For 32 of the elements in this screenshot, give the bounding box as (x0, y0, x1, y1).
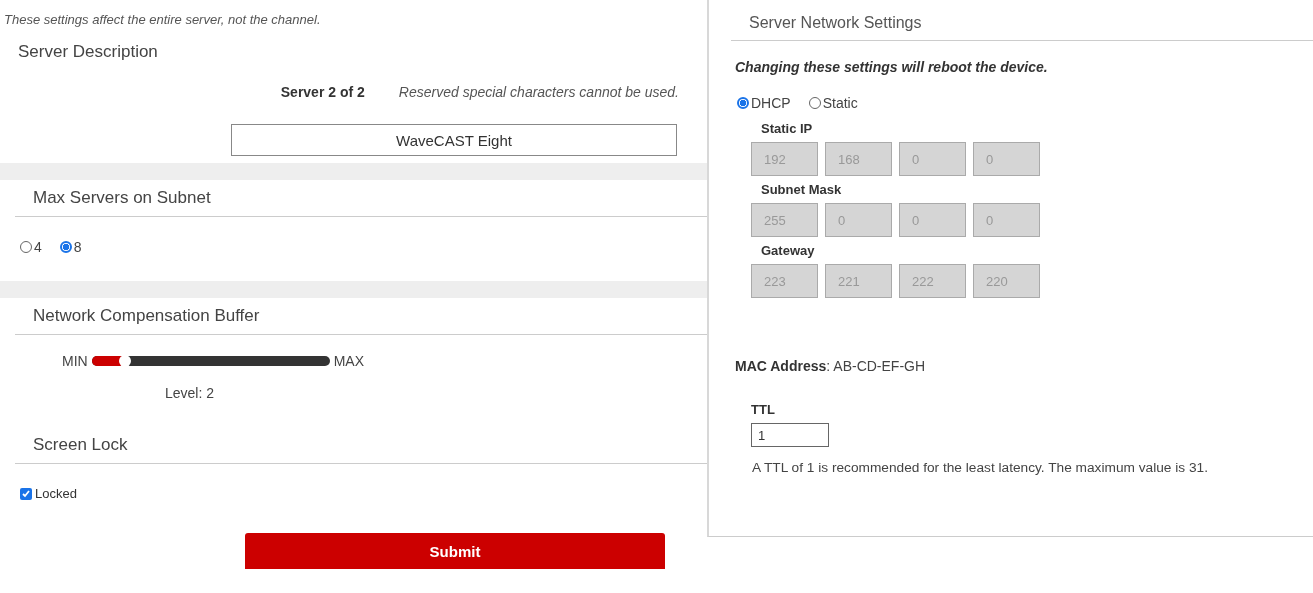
checkbox-label: Locked (35, 486, 77, 501)
radio-label: Static (822, 95, 858, 111)
ttl-field[interactable]: 1 (751, 423, 829, 447)
section-heading: Server Network Settings (731, 0, 1313, 41)
section-heading: Server Description (17, 41, 159, 63)
section-heading: Screen Lock (15, 427, 707, 464)
field-label: TTL (750, 401, 776, 419)
max-label: MAX (333, 353, 364, 369)
radio-label: DHCP (751, 95, 791, 111)
server-note: These settings affect the entire server, not the channel. (3, 11, 322, 29)
level-reading: Level: 2 (164, 384, 216, 403)
field-label: Gateway (760, 242, 816, 260)
radio-button[interactable] (808, 97, 821, 109)
radio-label: 4 (34, 239, 42, 255)
checkbox[interactable] (20, 487, 32, 500)
field-label: Subnet Mask (760, 181, 843, 199)
section-heading: Network Compensation Buffer (15, 298, 707, 335)
warning-text: Changing these settings will reboot the device. (734, 58, 1049, 75)
slider-track[interactable] (91, 356, 330, 366)
server-count: Server 2 of 2 (280, 84, 365, 100)
hint-text: Reserved special characters cannot be used. (398, 84, 679, 100)
mac-address: MAC Address: AB-CD-EF-GH (734, 357, 927, 374)
help-text: A TTL of 1 is recommended for the least latency. The maximum value is 31. (751, 459, 1209, 475)
section-heading: Max Servers on Subnet (15, 180, 707, 217)
radio-label: 8 (73, 239, 82, 255)
min-label: MIN (62, 353, 88, 369)
field-label: Static IP (760, 120, 814, 138)
radio-button[interactable] (20, 241, 32, 253)
radio-button[interactable] (737, 97, 749, 109)
description-field[interactable]: WaveCAST Eight (231, 124, 677, 156)
submit-button[interactable]: Submit (245, 533, 665, 569)
radio-button[interactable] (59, 241, 72, 253)
